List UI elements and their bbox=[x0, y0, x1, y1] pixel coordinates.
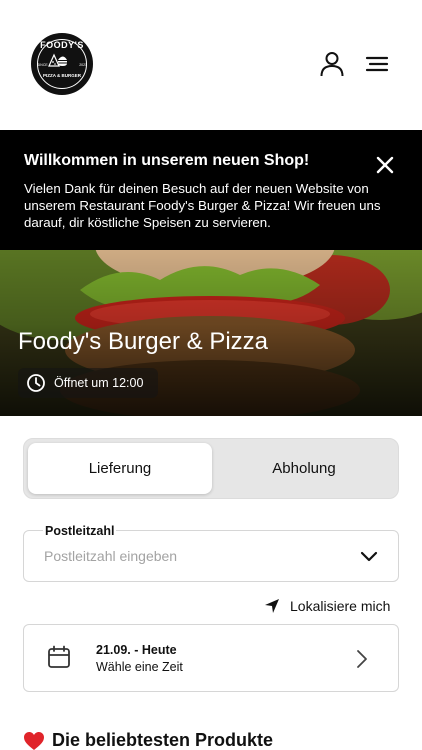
heart-icon bbox=[24, 731, 44, 750]
location-arrow-icon bbox=[265, 599, 279, 613]
selected-date: 21.09. - Heute bbox=[96, 643, 177, 657]
pizza-burger-emblem-icon bbox=[48, 53, 67, 67]
logo-since: SINCE bbox=[37, 63, 48, 67]
logo-year: 2021 bbox=[79, 63, 87, 67]
logo[interactable]: FOODY'S SINCE 2021 PIZZA & BURGER bbox=[31, 33, 93, 95]
banner-text: Vielen Dank für deinen Besuch auf der ne… bbox=[24, 181, 381, 230]
postcode-input[interactable] bbox=[44, 548, 344, 564]
time-hint: Wähle eine Zeit bbox=[96, 660, 183, 674]
restaurant-name: Foody's Burger & Pizza bbox=[18, 328, 269, 355]
order-mode-toggle: Lieferung Abholung bbox=[23, 438, 399, 499]
time-slot-selector[interactable]: 21.09. - Heute Wähle eine Zeit bbox=[23, 624, 399, 692]
section-title: Die beliebtesten Produkte bbox=[52, 730, 274, 750]
chevron-right-icon bbox=[357, 650, 367, 668]
logo-bottom-text: PIZZA & BURGER bbox=[42, 73, 82, 78]
locate-me-button[interactable]: Lokalisiere mich bbox=[264, 598, 390, 614]
opening-time: Öffnet um 12:00 bbox=[54, 376, 144, 390]
header: FOODY'S SINCE 2021 PIZZA & BURGER bbox=[0, 0, 422, 130]
clock-icon bbox=[27, 374, 45, 392]
banner-title: Willkommen in unserem neuen Shop! bbox=[24, 152, 310, 169]
popular-products-heading: Die beliebtesten Produkte bbox=[23, 730, 273, 750]
tab-abholung[interactable]: Abholung bbox=[212, 443, 396, 494]
chevron-down-icon[interactable] bbox=[360, 549, 378, 563]
restaurant-hero: Foody's Burger & Pizza Öffnet um 12:00 bbox=[0, 250, 422, 416]
close-icon[interactable] bbox=[374, 154, 396, 176]
locate-me-label: Lokalisiere mich bbox=[290, 598, 391, 614]
opening-badge: Öffnet um 12:00 bbox=[18, 368, 158, 398]
welcome-banner: Willkommen in unserem neuen Shop! Vielen… bbox=[0, 130, 422, 250]
hamburger-menu-icon[interactable] bbox=[363, 52, 391, 76]
tab-lieferung[interactable]: Lieferung bbox=[28, 443, 212, 494]
user-icon[interactable] bbox=[318, 50, 346, 78]
logo-top-text: FOODY'S bbox=[40, 40, 84, 50]
calendar-icon bbox=[48, 645, 70, 668]
postcode-label: Postleitzahl bbox=[43, 524, 117, 538]
